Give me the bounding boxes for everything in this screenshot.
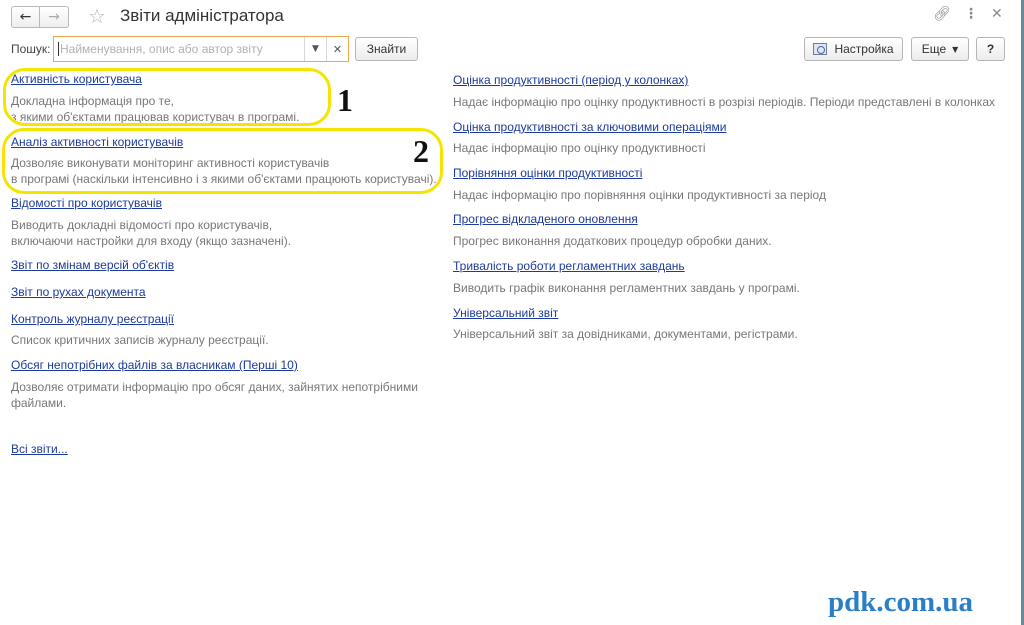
report-link-performance-key-ops[interactable]: Оцінка продуктивності за ключовими опера… <box>453 120 726 134</box>
settings-button-label: Настройка <box>834 42 894 56</box>
report-link-user-activity[interactable]: Активність користувача <box>11 72 142 86</box>
search-label: Пошук: <box>11 42 51 56</box>
back-button[interactable]: ← <box>11 6 40 28</box>
report-link-user-info[interactable]: Відомості про користувачів <box>11 196 162 210</box>
desc-line: Докладна інформація про те, <box>11 94 174 108</box>
clear-icon: ✕ <box>332 42 343 56</box>
report-desc-performance-periods: Надає інформацію про оцінку продуктивнос… <box>453 94 995 110</box>
help-button[interactable]: ? <box>976 37 1005 61</box>
report-link-user-activity-analysis[interactable]: Аналіз активності користувачів <box>11 135 183 149</box>
arrow-right-icon: → <box>48 9 60 25</box>
chevron-down-icon: ▼ <box>952 44 959 54</box>
link-icon[interactable]: 🔗︎ <box>933 6 951 22</box>
more-button-label: Еще <box>921 42 947 56</box>
report-desc-scheduled-jobs-duration: Виводить графік виконання регламентних з… <box>453 280 800 296</box>
report-desc-universal-report: Універсальний звіт за довідниками, докум… <box>453 326 798 342</box>
star-icon[interactable]: ☆ <box>88 4 106 28</box>
report-link-performance-periods[interactable]: Оцінка продуктивності (період у колонках… <box>453 73 688 87</box>
close-icon[interactable]: ✕ <box>991 6 1003 22</box>
report-link-unused-files[interactable]: Обсяг непотрібних файлів за власникам (П… <box>11 358 298 372</box>
report-desc-event-log-control: Список критичних записів журналу реєстра… <box>11 332 269 348</box>
desc-line: Прогрес виконання додаткових процедур об… <box>453 234 772 248</box>
report-desc-user-activity-analysis: Дозволяє виконувати моніторинг активност… <box>11 155 437 187</box>
desc-line: Надає інформацію про оцінку продуктивнос… <box>453 141 706 155</box>
report-link-object-versions[interactable]: Звіт по змінам версій об'єктів <box>11 258 174 272</box>
arrow-left-icon: ← <box>19 9 32 25</box>
text-caret <box>58 42 59 56</box>
desc-line: файлами. <box>11 396 67 410</box>
desc-line: в програмі (наскільки інтенсивно і з яки… <box>11 172 437 186</box>
search-field[interactable]: ▼ ✕ <box>53 36 349 62</box>
more-button[interactable]: Еще ▼ <box>911 37 969 61</box>
report-desc-user-activity: Докладна інформація про те, з якими об'є… <box>11 93 299 125</box>
all-reports-link[interactable]: Всі звіти... <box>11 442 68 456</box>
search-input[interactable] <box>60 38 306 60</box>
report-desc-performance-key-ops: Надає інформацію про оцінку продуктивнос… <box>453 140 706 156</box>
report-link-event-log-control[interactable]: Контроль журналу реєстрації <box>11 312 174 326</box>
report-link-universal-report[interactable]: Універсальний звіт <box>453 306 558 320</box>
report-link-scheduled-jobs-duration[interactable]: Тривалість роботи регламентних завдань <box>453 259 685 273</box>
forward-button[interactable]: → <box>40 6 69 28</box>
desc-line: з якими об'єктами працював користувач в … <box>11 110 300 124</box>
vertical-dots-icon[interactable]: ⋮ <box>964 6 978 22</box>
desc-line: Список критичних записів журналу реєстра… <box>11 333 269 347</box>
report-desc-performance-compare: Надає інформацію про порівняння оцінки п… <box>453 187 826 203</box>
desc-line: Надає інформацію про порівняння оцінки п… <box>453 188 826 202</box>
report-desc-unused-files: Дозволяє отримати інформацію про обсяг д… <box>11 379 418 411</box>
title-bar: ← → ☆ Звіти адміністратора 🔗︎ ⋮ ✕ <box>0 0 1024 34</box>
desc-line: Виводить докладні відомості про користув… <box>11 218 273 232</box>
desc-line: Універсальний звіт за довідниками, докум… <box>453 327 798 341</box>
watermark: pdk.com.ua <box>828 586 974 618</box>
report-desc-deferred-update: Прогрес виконання додаткових процедур об… <box>453 233 772 249</box>
report-link-document-movements[interactable]: Звіт по рухах документа <box>11 285 146 299</box>
window-title: Звіти адміністратора <box>120 6 284 25</box>
report-desc-user-info: Виводить докладні відомості про користув… <box>11 217 291 249</box>
desc-line: Дозволяє виконувати моніторинг активност… <box>11 156 330 170</box>
search-clear-button[interactable]: ✕ <box>326 37 348 61</box>
search-dropdown-button[interactable]: ▼ <box>304 37 326 61</box>
annotation-number-2: 2 <box>413 133 429 169</box>
find-button[interactable]: Знайти <box>355 37 418 61</box>
report-link-performance-compare[interactable]: Порівняння оцінки продуктивності <box>453 166 642 180</box>
desc-line: Дозволяє отримати інформацію про обсяг д… <box>11 380 418 394</box>
desc-line: Надає інформацію про оцінку продуктивнос… <box>453 95 995 109</box>
settings-icon <box>813 43 828 55</box>
desc-line: Виводить графік виконання регламентних з… <box>453 281 800 295</box>
annotation-number-1: 1 <box>337 82 353 118</box>
desc-line: включаючи настройки для входу (якщо зазн… <box>11 234 292 248</box>
report-link-deferred-update[interactable]: Прогрес відкладеного оновлення <box>453 212 638 226</box>
chevron-down-icon: ▼ <box>312 44 319 54</box>
settings-button[interactable]: Настройка <box>804 37 903 61</box>
